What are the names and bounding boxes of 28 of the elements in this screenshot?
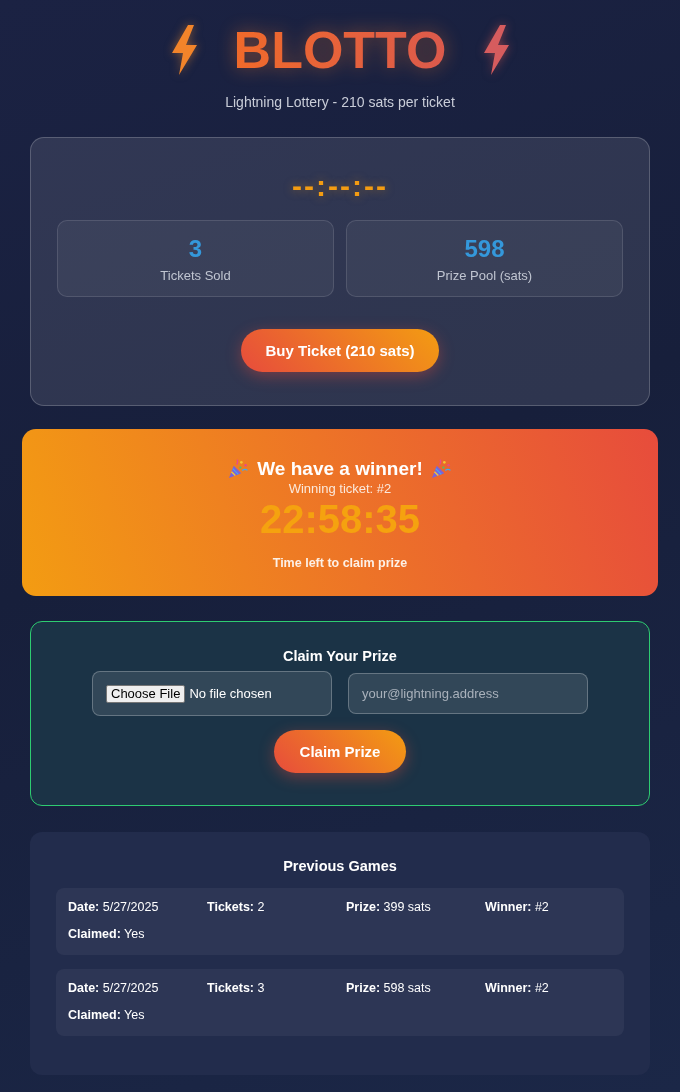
game-winner: Winner: #2	[485, 899, 550, 915]
game-claimed: Claimed: Yes	[68, 926, 146, 942]
countdown-label: Time left to claim prize	[271, 555, 409, 571]
game-date: Date: 5/27/2025	[68, 980, 160, 996]
winner-heading: We have a winner!	[257, 457, 423, 480]
game-tickets: Tickets: 2	[207, 899, 266, 915]
file-field[interactable]: Choose File No file chosen	[92, 671, 332, 716]
party-popper-icon	[431, 459, 451, 478]
app-subtitle: Lightning Lottery - 210 sats per ticket	[224, 93, 456, 111]
countdown-timer: --:--:--	[291, 169, 389, 203]
stat-value: 598	[463, 235, 506, 263]
party-popper-icon	[229, 459, 249, 478]
file-status-text: No file chosen	[189, 685, 272, 702]
game-claimed: Claimed: Yes	[68, 1007, 146, 1023]
game-prize: Prize: 399 sats	[346, 899, 432, 915]
previous-games-heading: Previous Games	[282, 857, 398, 875]
lightning-bolt-icon	[169, 25, 198, 75]
game-date: Date: 5/27/2025	[68, 899, 160, 915]
stat-label: Tickets Sold	[159, 268, 232, 284]
game-prize: Prize: 598 sats	[346, 980, 432, 996]
claim-heading: Claim Your Prize	[282, 647, 398, 665]
stat-value: 3	[187, 235, 204, 263]
stat-label: Prize Pool (sats)	[435, 268, 534, 284]
winning-ticket-text: Winning ticket: #2	[287, 480, 393, 497]
lightning-bolt-icon	[482, 25, 511, 75]
game-winner: Winner: #2	[485, 980, 550, 996]
game-tickets: Tickets: 3	[207, 980, 266, 996]
choose-file-button[interactable]: Choose File	[106, 684, 186, 703]
